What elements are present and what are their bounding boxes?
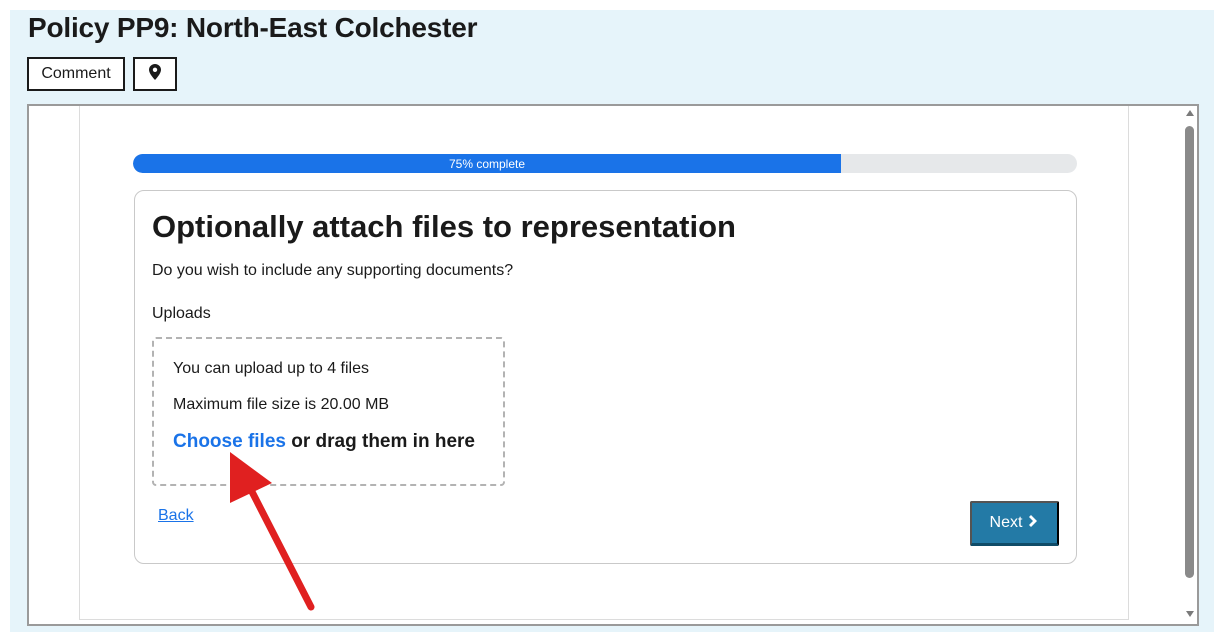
chevron-right-icon (1029, 514, 1039, 532)
uploads-label: Uploads (152, 305, 211, 322)
dropzone-instructions: Choose files or drag them in here (173, 431, 475, 453)
max-size-text: Maximum file size is 20.00 MB (173, 396, 390, 413)
scroll-down-arrow-icon[interactable] (1186, 611, 1194, 617)
form-sheet: 75% complete Optionally attach files to … (79, 106, 1129, 620)
form-heading: Optionally attach files to representatio… (152, 209, 736, 244)
progress-label: 75% complete (448, 156, 526, 171)
progress-fill: 75% complete (133, 154, 841, 173)
upload-limit-text: You can upload up to 4 files (173, 360, 370, 377)
next-button[interactable]: Next (970, 501, 1059, 546)
choose-files-link[interactable]: Choose files (173, 431, 286, 452)
file-dropzone[interactable]: You can upload up to 4 files Maximum fil… (152, 337, 505, 486)
scroll-thumb[interactable] (1185, 126, 1194, 578)
page-title: Policy PP9: North-East Colchester (28, 12, 478, 43)
next-label: Next (989, 514, 1023, 531)
drag-text: or drag them in here (291, 431, 475, 452)
comment-button[interactable]: Comment (27, 57, 125, 91)
scroll-up-arrow-icon[interactable] (1186, 110, 1194, 116)
vertical-scrollbar[interactable] (1181, 106, 1197, 624)
upload-card: Optionally attach files to representatio… (134, 190, 1077, 564)
progress-bar: 75% complete (133, 154, 1077, 173)
back-link[interactable]: Back (158, 507, 194, 525)
location-button[interactable] (133, 57, 177, 91)
map-pin-icon (149, 63, 161, 85)
form-frame: 75% complete Optionally attach files to … (27, 104, 1199, 626)
form-question: Do you wish to include any supporting do… (152, 262, 514, 279)
